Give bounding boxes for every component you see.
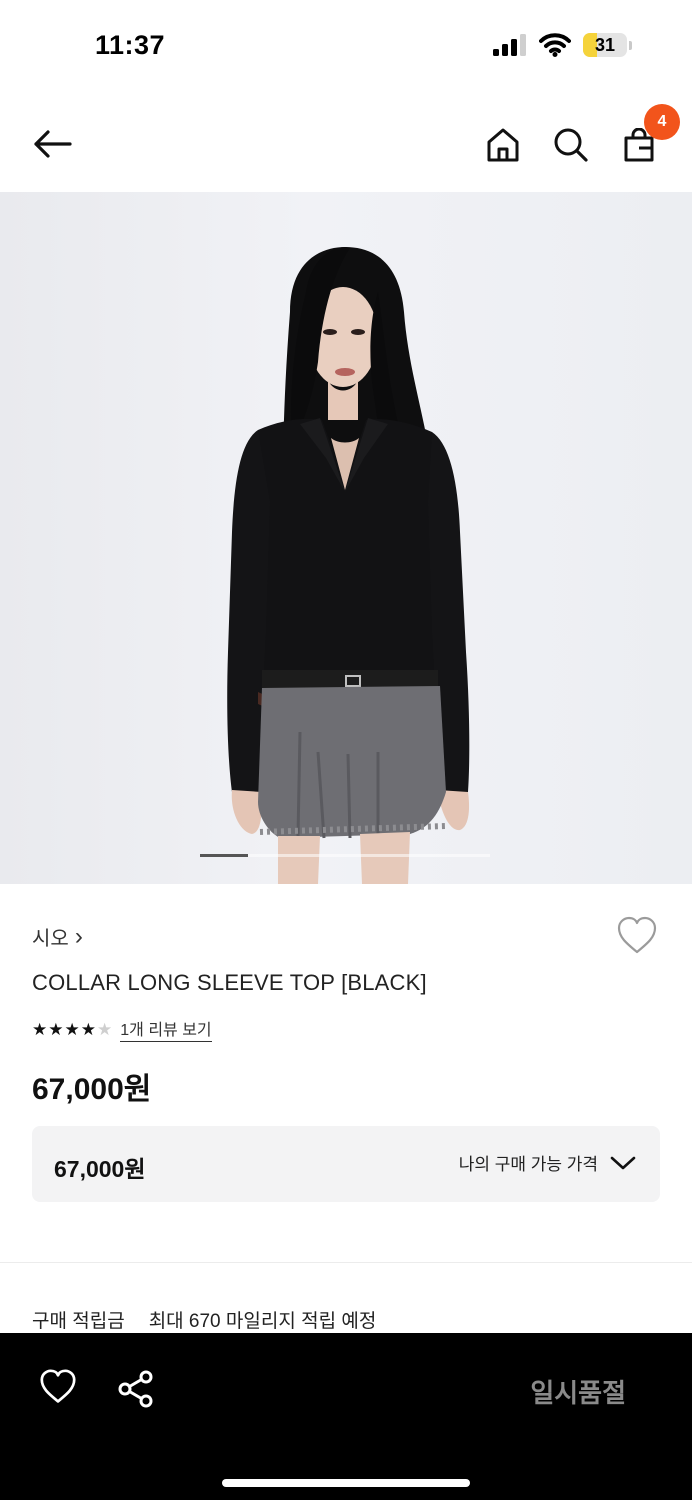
battery-cap: [629, 40, 632, 50]
battery-percent: 31: [594, 34, 616, 55]
bottom-wishlist-button[interactable]: [38, 1369, 78, 1409]
star-empty-icon: ★: [97, 1019, 113, 1039]
battery-indicator: 31: [583, 33, 627, 57]
chevron-right-icon: ›: [74, 922, 83, 950]
back-arrow-icon: [34, 130, 72, 158]
my-price-toggle[interactable]: 나의 구매 가능 가격: [459, 1150, 636, 1175]
wifi-icon: [539, 33, 571, 57]
heart-icon: [617, 916, 657, 954]
star-icon: ★: [48, 1019, 64, 1039]
gallery-indicator: [200, 854, 490, 857]
gallery-indicator-active: [200, 854, 249, 857]
status-bar: 11:37 31: [0, 0, 692, 92]
bottom-action-bar: 일시품절: [0, 1333, 692, 1500]
section-divider: [0, 1262, 692, 1263]
header-actions: 4: [480, 104, 680, 168]
share-button[interactable]: [116, 1369, 156, 1409]
my-price-label: 나의 구매 가능 가격: [458, 1155, 598, 1174]
status-icons: 31: [493, 33, 632, 57]
chevron-down-icon: [610, 1156, 636, 1169]
share-icon: [118, 1370, 153, 1408]
search-button[interactable]: [548, 122, 594, 168]
heart-icon: [40, 1369, 76, 1403]
price-box-value: 67,000원: [54, 1156, 146, 1182]
brand-name: 시오: [32, 928, 69, 950]
points-value: 최대 670 마일리지 적립 예정: [148, 1311, 377, 1332]
home-indicator: [222, 1479, 470, 1487]
review-link[interactable]: 1개 리뷰 보기: [120, 1016, 212, 1042]
product-title: COLLAR LONG SLEEVE TOP [BLACK]: [32, 970, 427, 995]
price-box[interactable]: 67,000원 나의 구매 가능 가격: [32, 1126, 660, 1202]
status-time: 11:37: [95, 30, 166, 60]
model-photo: [227, 247, 470, 884]
star-icon: ★: [32, 1019, 48, 1039]
app-header: 4: [0, 92, 692, 192]
back-button[interactable]: [30, 122, 74, 166]
points-row: 구매 적립금 최대 670 마일리지 적립 예정: [32, 1306, 376, 1333]
product-price: 67,000원: [32, 1073, 152, 1106]
search-icon: [554, 128, 588, 162]
cart-count-badge: 4: [644, 104, 680, 140]
points-label: 구매 적립금: [32, 1311, 125, 1332]
soldout-button[interactable]: 일시품절: [530, 1373, 626, 1410]
cart-button[interactable]: 4: [616, 104, 680, 168]
home-icon: [487, 128, 519, 162]
product-image[interactable]: [0, 192, 692, 884]
star-rating: ★ ★ ★ ★ ★: [32, 1021, 112, 1038]
wishlist-button[interactable]: [616, 916, 658, 956]
rating-row: ★ ★ ★ ★ ★ 1개 리뷰 보기: [32, 1016, 212, 1042]
home-button[interactable]: [480, 122, 526, 168]
star-icon: ★: [80, 1019, 96, 1039]
signal-icon: [493, 34, 526, 56]
brand-link[interactable]: 시오 ›: [32, 922, 83, 951]
star-icon: ★: [64, 1019, 80, 1039]
